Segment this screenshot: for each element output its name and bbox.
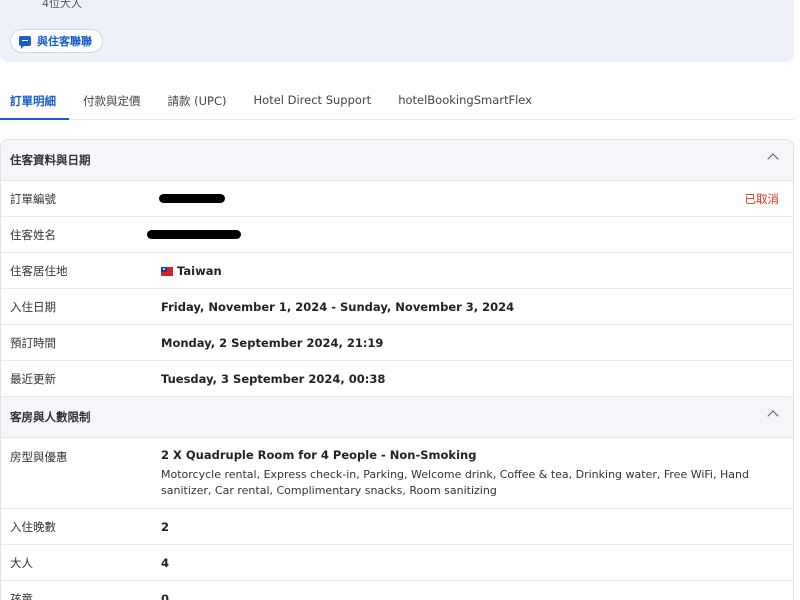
cancelled-status: 已取消 xyxy=(744,192,780,206)
residence-label: 住客居住地 xyxy=(10,263,68,278)
chat-with-guest-button[interactable]: 與住客聯聯 xyxy=(10,29,103,53)
guest-section-title: 住客資料與日期 xyxy=(10,153,91,167)
room-type-label: 房型與優惠 xyxy=(10,450,68,464)
booking-number-label: 訂單編號 xyxy=(10,191,56,206)
adults-value: 4 xyxy=(161,555,170,570)
taiwan-flag-icon xyxy=(161,266,173,276)
tab-booking-details[interactable]: 訂單明細 xyxy=(0,86,69,120)
room-type-value: 2 X Quadruple Room for 4 People - Non-Sm… xyxy=(161,448,477,462)
redacted-guest-name xyxy=(147,229,241,239)
last-updated-value: Tuesday, 3 September 2024, 00:38 xyxy=(161,371,386,386)
redacted-booking-number xyxy=(159,193,225,203)
adults-label: 大人 xyxy=(10,555,33,570)
stay-dates-row: 入住日期 Friday, November 1, 2024 - Sunday, … xyxy=(1,289,793,325)
chevron-up-icon[interactable] xyxy=(767,153,779,165)
nights-label: 入住晚數 xyxy=(10,519,56,534)
room-section-header[interactable]: 客房與人數限制 xyxy=(1,397,793,438)
children-row: 孩童 0 xyxy=(1,581,793,600)
stay-dates-value: Friday, November 1, 2024 - Sunday, Novem… xyxy=(161,299,515,314)
residence-value: Taiwan xyxy=(177,263,222,278)
guests-summary: 4位大人 xyxy=(42,0,82,10)
nights-row: 入住晚數 2 xyxy=(1,509,793,545)
room-section-title: 客房與人數限制 xyxy=(10,410,91,424)
stay-dates-label: 入住日期 xyxy=(10,299,56,314)
children-value: 0 xyxy=(161,591,170,600)
adults-row: 大人 4 xyxy=(1,545,793,581)
nights-value: 2 xyxy=(161,519,170,534)
chat-icon xyxy=(19,36,31,49)
last-updated-row: 最近更新 Tuesday, 3 September 2024, 00:38 xyxy=(1,361,793,397)
booking-number-row: 訂單編號 已取消 xyxy=(1,181,793,217)
residence-row: 住客居住地 Taiwan xyxy=(1,253,793,289)
booked-time-value: Monday, 2 September 2024, 21:19 xyxy=(161,335,384,350)
booking-tabs: 訂單明細 付款與定價 請款 (UPC) Hotel Direct Support… xyxy=(0,86,794,120)
tab-hotel-direct-support[interactable]: Hotel Direct Support xyxy=(244,86,385,120)
guest-name-row: 住客姓名 xyxy=(1,217,793,253)
booked-time-row: 預訂時間 Monday, 2 September 2024, 21:19 xyxy=(1,325,793,361)
tab-smartflex[interactable]: hotelBookingSmartFlex xyxy=(388,86,545,120)
chat-with-guest-label: 與住客聯聯 xyxy=(37,35,92,48)
booking-summary-card: 4位大人 與住客聯聯 xyxy=(0,0,794,62)
booked-time-label: 預訂時間 xyxy=(10,335,56,350)
children-label: 孩童 xyxy=(10,591,33,600)
tab-billing-upc[interactable]: 請款 (UPC) xyxy=(158,86,240,120)
chevron-up-icon[interactable] xyxy=(767,410,779,422)
booking-details-panel: 住客資料與日期 訂單編號 已取消 住客姓名 住客居住地 Taiwan 入住日期 … xyxy=(0,139,794,600)
room-amenities: Motorcycle rental, Express check-in, Par… xyxy=(161,468,749,497)
guest-section-header[interactable]: 住客資料與日期 xyxy=(1,140,793,181)
last-updated-label: 最近更新 xyxy=(10,371,56,386)
tab-payment-pricing[interactable]: 付款與定價 xyxy=(73,86,154,120)
room-type-row: 房型與優惠 2 X Quadruple Room for 4 People - … xyxy=(1,438,793,509)
guest-name-label: 住客姓名 xyxy=(10,227,56,242)
